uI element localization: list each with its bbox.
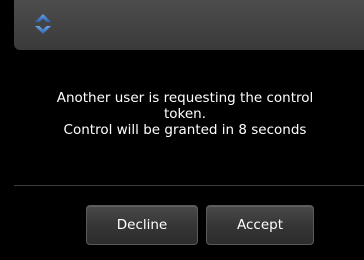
decline-button[interactable]: Decline <box>86 205 198 245</box>
up-down-arrows-icon <box>33 13 53 35</box>
accept-button[interactable]: Accept <box>206 205 314 245</box>
dialog-message: Another user is requesting the control t… <box>20 90 350 138</box>
dialog-titlebar <box>14 0 364 50</box>
decline-button-label: Decline <box>116 217 168 233</box>
control-token-dialog: Another user is requesting the control t… <box>0 0 364 260</box>
message-line: Control will be granted in 8 seconds <box>63 122 307 138</box>
divider <box>14 185 364 186</box>
accept-button-label: Accept <box>236 217 283 233</box>
message-line: Another user is requesting the control <box>56 90 314 106</box>
message-line: token. <box>163 106 207 122</box>
